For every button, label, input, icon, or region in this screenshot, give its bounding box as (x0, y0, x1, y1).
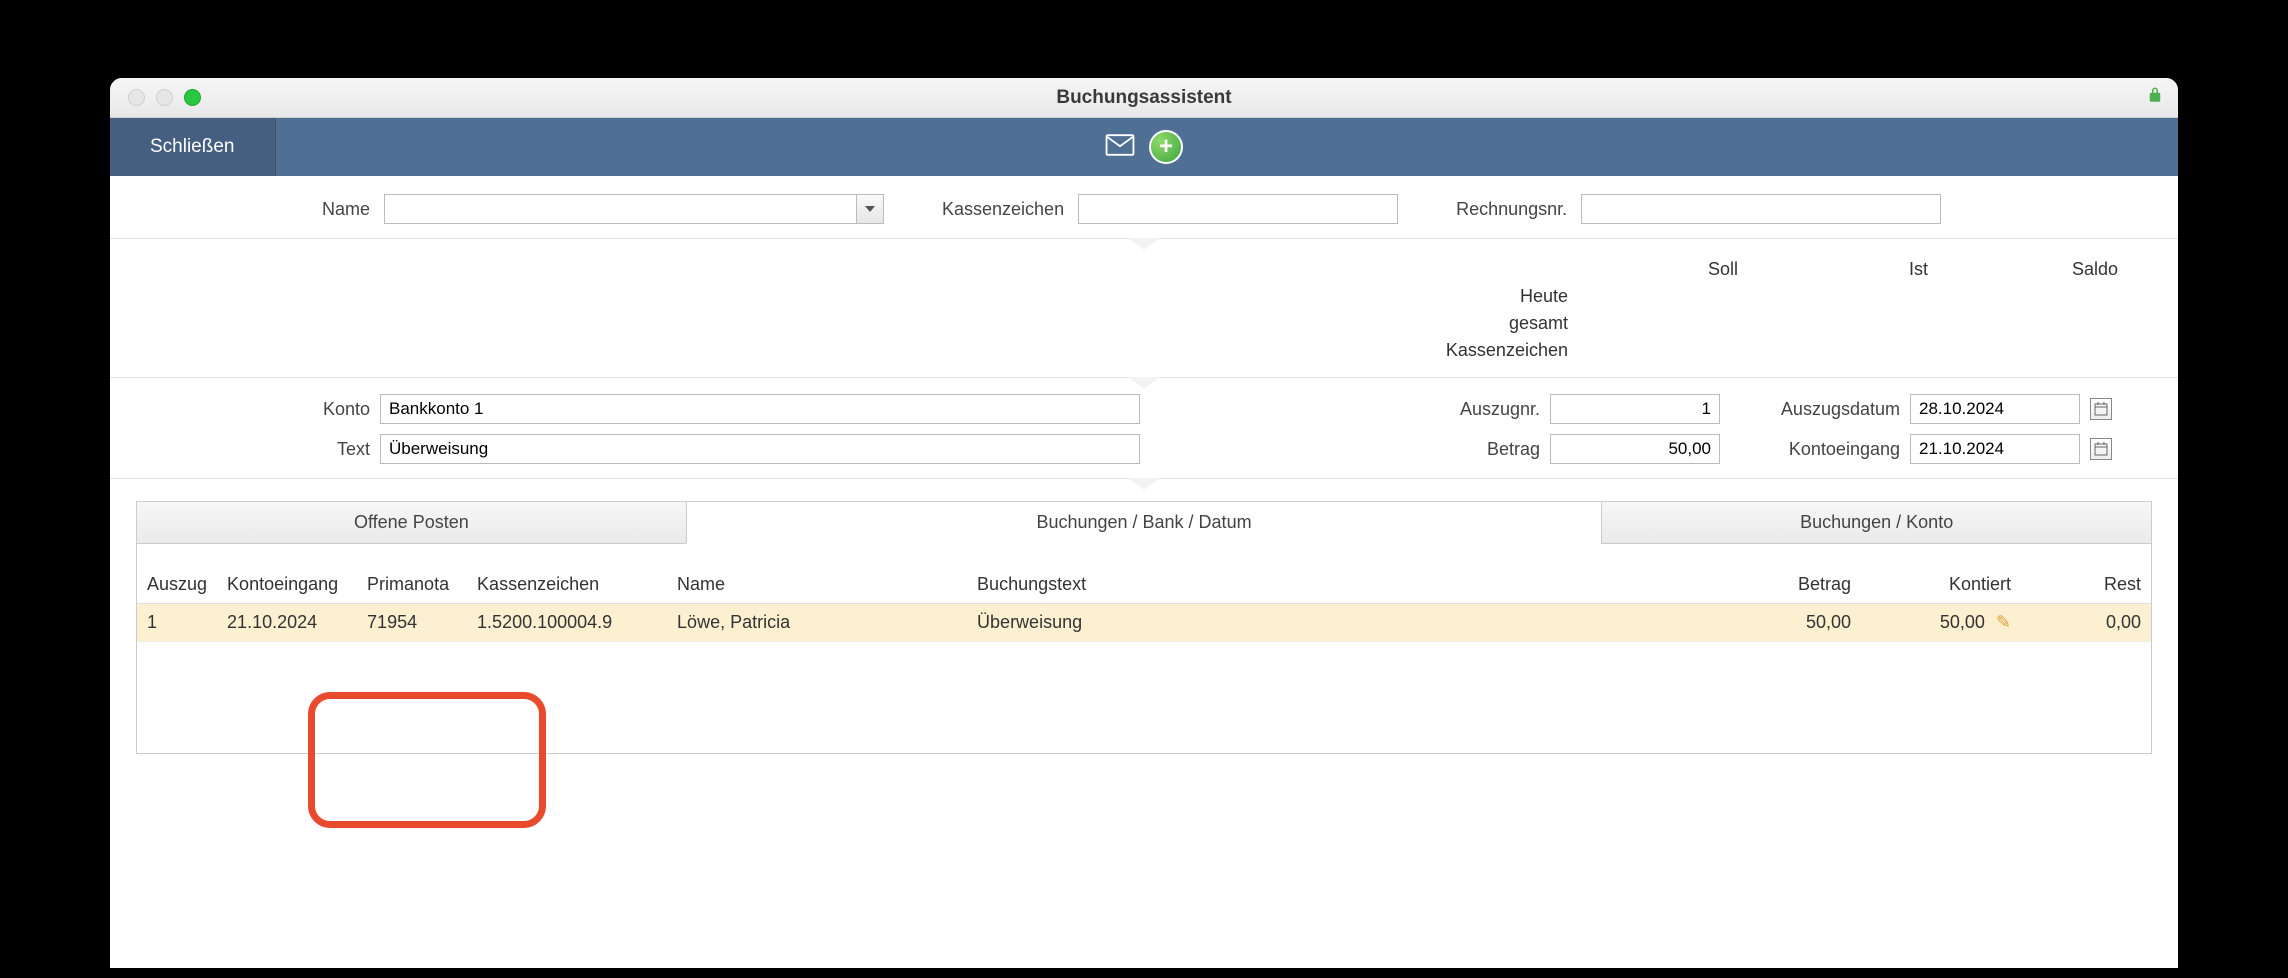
window-title: Buchungsassistent (110, 87, 2178, 109)
kassenzeichen-label: Kassenzeichen (942, 199, 1064, 220)
calendar-icon[interactable] (2090, 398, 2112, 420)
app-window: Buchungsassistent Schließen + Name Kasse… (110, 78, 2178, 968)
tab-content: Auszug Kontoeingang Primanota Kassenzeic… (136, 544, 2152, 754)
betrag-label: Betrag (1420, 439, 1540, 460)
summary-row-kassenzeichen: Kassenzeichen (758, 340, 1568, 361)
tab-offene-posten[interactable]: Offene Posten (136, 501, 687, 544)
th-rest: Rest (2021, 544, 2151, 604)
konto-label: Konto (260, 399, 370, 420)
add-icon[interactable]: + (1149, 130, 1183, 164)
th-buchungstext: Buchungstext (967, 544, 1731, 604)
th-kassenzeichen: Kassenzeichen (467, 544, 667, 604)
cell-kontoeingang: 21.10.2024 (217, 604, 357, 642)
cell-buchungstext: Überweisung (967, 604, 1731, 642)
kontoeingang-label: Kontoeingang (1730, 439, 1900, 460)
cell-rest: 0,00 (2021, 604, 2151, 642)
rechnungsnr-label: Rechnungsnr. (1456, 199, 1567, 220)
kassenzeichen-input[interactable] (1078, 194, 1398, 224)
th-name: Name (667, 544, 967, 604)
kontoeingang-input[interactable] (1910, 434, 2080, 464)
pencil-icon[interactable]: ✎ (1996, 612, 2011, 632)
summary-panel: Soll Ist Saldo Heute gesamt Kassenzeiche… (110, 239, 2178, 378)
auszugnr-input[interactable] (1550, 394, 1720, 424)
tabs: Offene Posten Buchungen / Bank / Datum B… (136, 501, 2152, 544)
th-kontoeingang: Kontoeingang (217, 544, 357, 604)
th-auszug: Auszug (137, 544, 217, 604)
cell-kassenzeichen: 1.5200.100004.9 (467, 604, 667, 642)
titlebar: Buchungsassistent (110, 78, 2178, 118)
konto-input[interactable] (380, 394, 1140, 424)
cell-primanota: 71954 (357, 604, 467, 642)
text-label: Text (260, 439, 370, 460)
name-label: Name (310, 199, 370, 220)
th-primanota: Primanota (357, 544, 467, 604)
toolbar: Schließen + (110, 118, 2178, 176)
tab-buchungen-bank[interactable]: Buchungen / Bank / Datum (686, 501, 1603, 544)
calendar-icon[interactable] (2090, 438, 2112, 460)
summary-col-soll: Soll (1598, 259, 1738, 280)
cell-betrag: 50,00 (1731, 604, 1861, 642)
betrag-input[interactable] (1550, 434, 1720, 464)
summary-row-gesamt: gesamt (758, 313, 1568, 334)
envelope-icon[interactable] (1105, 132, 1135, 163)
summary-col-ist: Ist (1768, 259, 1928, 280)
lock-icon (2146, 86, 2164, 109)
name-input[interactable] (384, 194, 884, 224)
th-betrag: Betrag (1731, 544, 1861, 604)
toolbar-icons: + (1105, 118, 1183, 176)
form-panel: Konto Auszugnr. Auszugsdatum Text Betrag… (110, 378, 2178, 479)
filter-panel: Name Kassenzeichen Rechnungsnr. (110, 176, 2178, 239)
auszugsdatum-input[interactable] (1910, 394, 2080, 424)
cell-kontiert: 50,00 ✎ (1861, 604, 2021, 642)
bookings-table: Auszug Kontoeingang Primanota Kassenzeic… (137, 544, 2151, 642)
th-kontiert: Kontiert (1861, 544, 2021, 604)
rechnungsnr-input[interactable] (1581, 194, 1941, 224)
name-dropdown-button[interactable] (856, 194, 884, 224)
name-select-wrap (384, 194, 884, 224)
close-button[interactable]: Schließen (110, 118, 276, 176)
cell-auszug: 1 (137, 604, 217, 642)
summary-row-heute: Heute (758, 286, 1568, 307)
cell-name: Löwe, Patricia (667, 604, 967, 642)
table-row[interactable]: 1 21.10.2024 71954 1.5200.100004.9 Löwe,… (137, 604, 2151, 642)
text-input[interactable] (380, 434, 1140, 464)
auszugsdatum-label: Auszugsdatum (1730, 399, 1900, 420)
tab-buchungen-konto[interactable]: Buchungen / Konto (1601, 501, 2152, 544)
summary-col-saldo: Saldo (1958, 259, 2118, 280)
tabs-area: Offene Posten Buchungen / Bank / Datum B… (110, 479, 2178, 754)
auszugnr-label: Auszugnr. (1420, 399, 1540, 420)
